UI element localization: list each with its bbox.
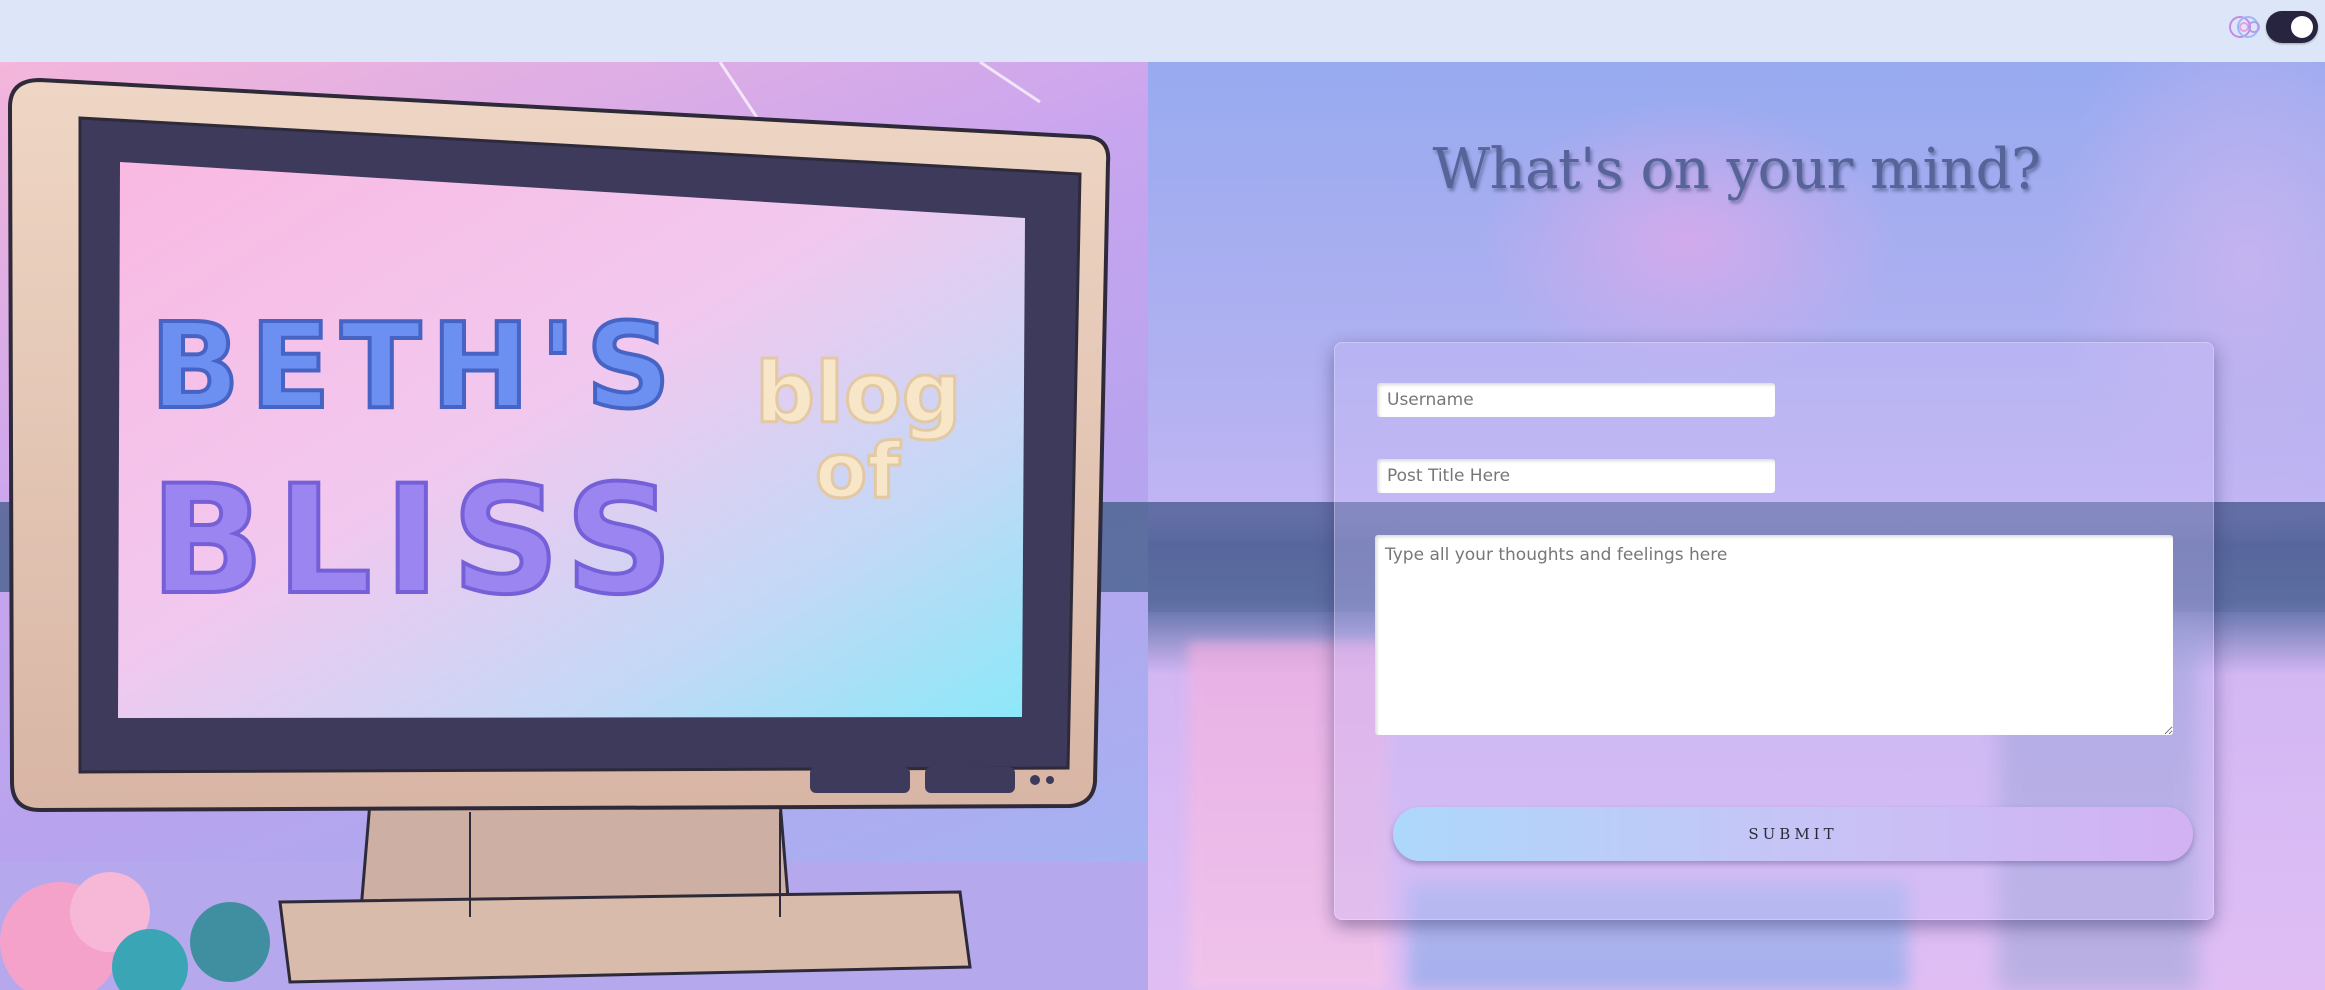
username-input[interactable]	[1377, 383, 1775, 417]
logo-line-bliss: BLISS	[150, 454, 685, 628]
top-header-bar	[0, 0, 2325, 62]
dark-mode-toggle[interactable]	[2266, 11, 2318, 43]
toggle-knob	[2291, 16, 2313, 38]
page-title: What's on your mind?	[1432, 137, 2041, 202]
palette-swirl-icon[interactable]	[2228, 14, 2266, 40]
hero-illustration: BETH'S blog of BLISS	[0, 62, 1148, 990]
post-panel: What's on your mind? SUBMIT	[1148, 62, 2325, 990]
post-title-input[interactable]	[1377, 459, 1775, 493]
post-body-textarea[interactable]	[1375, 535, 2173, 735]
submit-button[interactable]: SUBMIT	[1393, 807, 2193, 861]
new-post-form: SUBMIT	[1334, 342, 2214, 920]
logo-word-of: of	[815, 426, 901, 515]
logo-line-beths: BETH'S	[150, 297, 681, 435]
blog-logo: BETH'S blog of BLISS	[148, 295, 963, 630]
